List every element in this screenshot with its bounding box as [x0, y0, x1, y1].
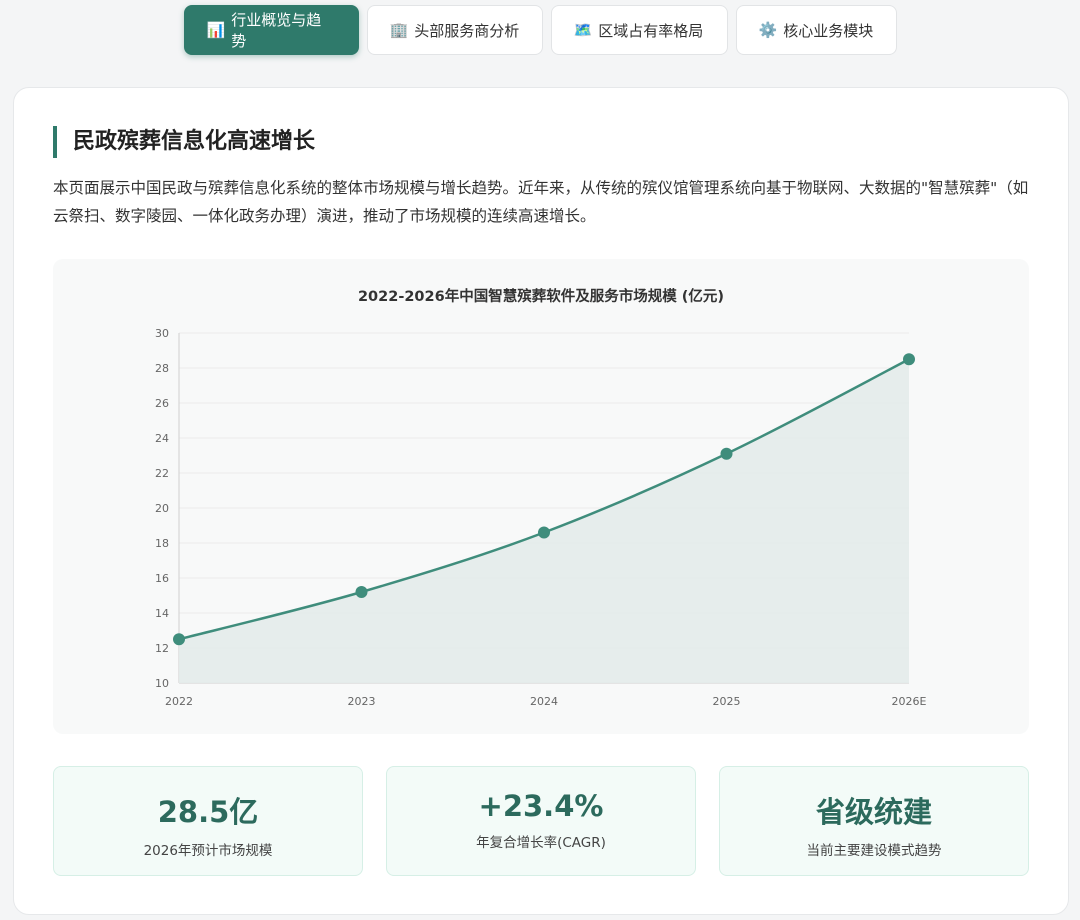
chart-svg: 2022-2026年中国智慧殡葬软件及服务市场规模 (亿元) 10 12 14 16 1… [155, 287, 927, 708]
stat-label: 年复合增长率(CAGR) [476, 835, 606, 851]
tab-label: 头部服务商分析 [414, 21, 520, 40]
tab-regional-share[interactable]: 🗺️ 区域占有率格局 [550, 5, 728, 55]
y-tick-label: 10 [155, 677, 169, 690]
overview-card: 民政殡葬信息化高速增长 本页面展示中国民政与殡葬信息化系统的整体市场规模与增长趋… [13, 87, 1069, 915]
chart-area-layer [178, 358, 910, 683]
tab-label: 核心业务模块 [783, 21, 874, 40]
stats-row: 28.5亿 2026年预计市场规模 +23.4% 年复合增长率(CAGR) 省级… [53, 766, 1030, 876]
tab-bar: 📊 行业概览与趋势 🏢 头部服务商分析 🗺️ 区域占有率格局 ⚙️ 核心业务模块 [0, 5, 1080, 55]
data-point[interactable] [538, 526, 550, 539]
x-tick-label: 2024 [530, 695, 558, 708]
y-tick-label: 18 [155, 537, 169, 550]
section-title: 民政殡葬信息化高速增长 [53, 126, 315, 158]
stat-card-market-size: 28.5亿 2026年预计市场规模 [53, 766, 363, 876]
data-point[interactable] [720, 447, 733, 460]
y-tick-label: 14 [155, 607, 169, 620]
stat-label: 当前主要建设模式趋势 [806, 843, 942, 859]
office-building-icon: 🏢 [389, 20, 409, 39]
stat-value: 28.5亿 [157, 795, 259, 829]
y-tick-label: 26 [155, 397, 169, 410]
market-size-chart: 2022-2026年中国智慧殡葬软件及服务市场规模 (亿元) 10 12 14 16 1… [53, 259, 1029, 734]
x-tick-label: 2023 [348, 695, 376, 708]
section-description: 本页面展示中国民政与殡葬信息化系统的整体市场规模与增长趋势。近年来，从传统的殡仪… [53, 179, 1029, 225]
tab-label: 行业概览与趋势 [231, 11, 322, 50]
stat-label: 2026年预计市场规模 [143, 843, 273, 859]
y-tick-label: 16 [155, 572, 169, 585]
tab-top-providers[interactable]: 🏢 头部服务商分析 [366, 5, 543, 55]
series-area-fill [179, 359, 909, 683]
y-tick-label: 28 [155, 362, 169, 375]
data-point[interactable] [903, 353, 915, 366]
map-icon: 🗺️ [573, 20, 593, 39]
gear-icon: ⚙️ [758, 20, 778, 39]
data-point[interactable] [173, 633, 185, 646]
y-tick-label: 22 [155, 467, 169, 480]
y-tick-label: 20 [155, 502, 169, 515]
stat-card-build-mode: 省级统建 当前主要建设模式趋势 [719, 766, 1029, 876]
x-tick-label: 2022 [165, 695, 193, 708]
stat-card-cagr: +23.4% 年复合增长率(CAGR) [386, 766, 696, 876]
stat-value: 省级统建 [815, 795, 932, 829]
y-tick-label: 12 [155, 642, 169, 655]
bar-chart-icon: 📊 [206, 20, 226, 39]
x-tick-label: 2026E [892, 695, 927, 708]
data-point[interactable] [355, 586, 368, 598]
chart-title: 2022-2026年中国智慧殡葬软件及服务市场规模 (亿元) [358, 287, 724, 305]
y-tick-label: 30 [155, 327, 169, 340]
tab-industry-overview[interactable]: 📊 行业概览与趋势 [183, 5, 359, 55]
tab-label: 区域占有率格局 [598, 21, 704, 40]
y-tick-label: 24 [155, 432, 169, 445]
x-tick-label: 2025 [713, 695, 741, 708]
stat-value: +23.4% [478, 789, 604, 823]
tab-core-modules[interactable]: ⚙️ 核心业务模块 [735, 5, 897, 55]
